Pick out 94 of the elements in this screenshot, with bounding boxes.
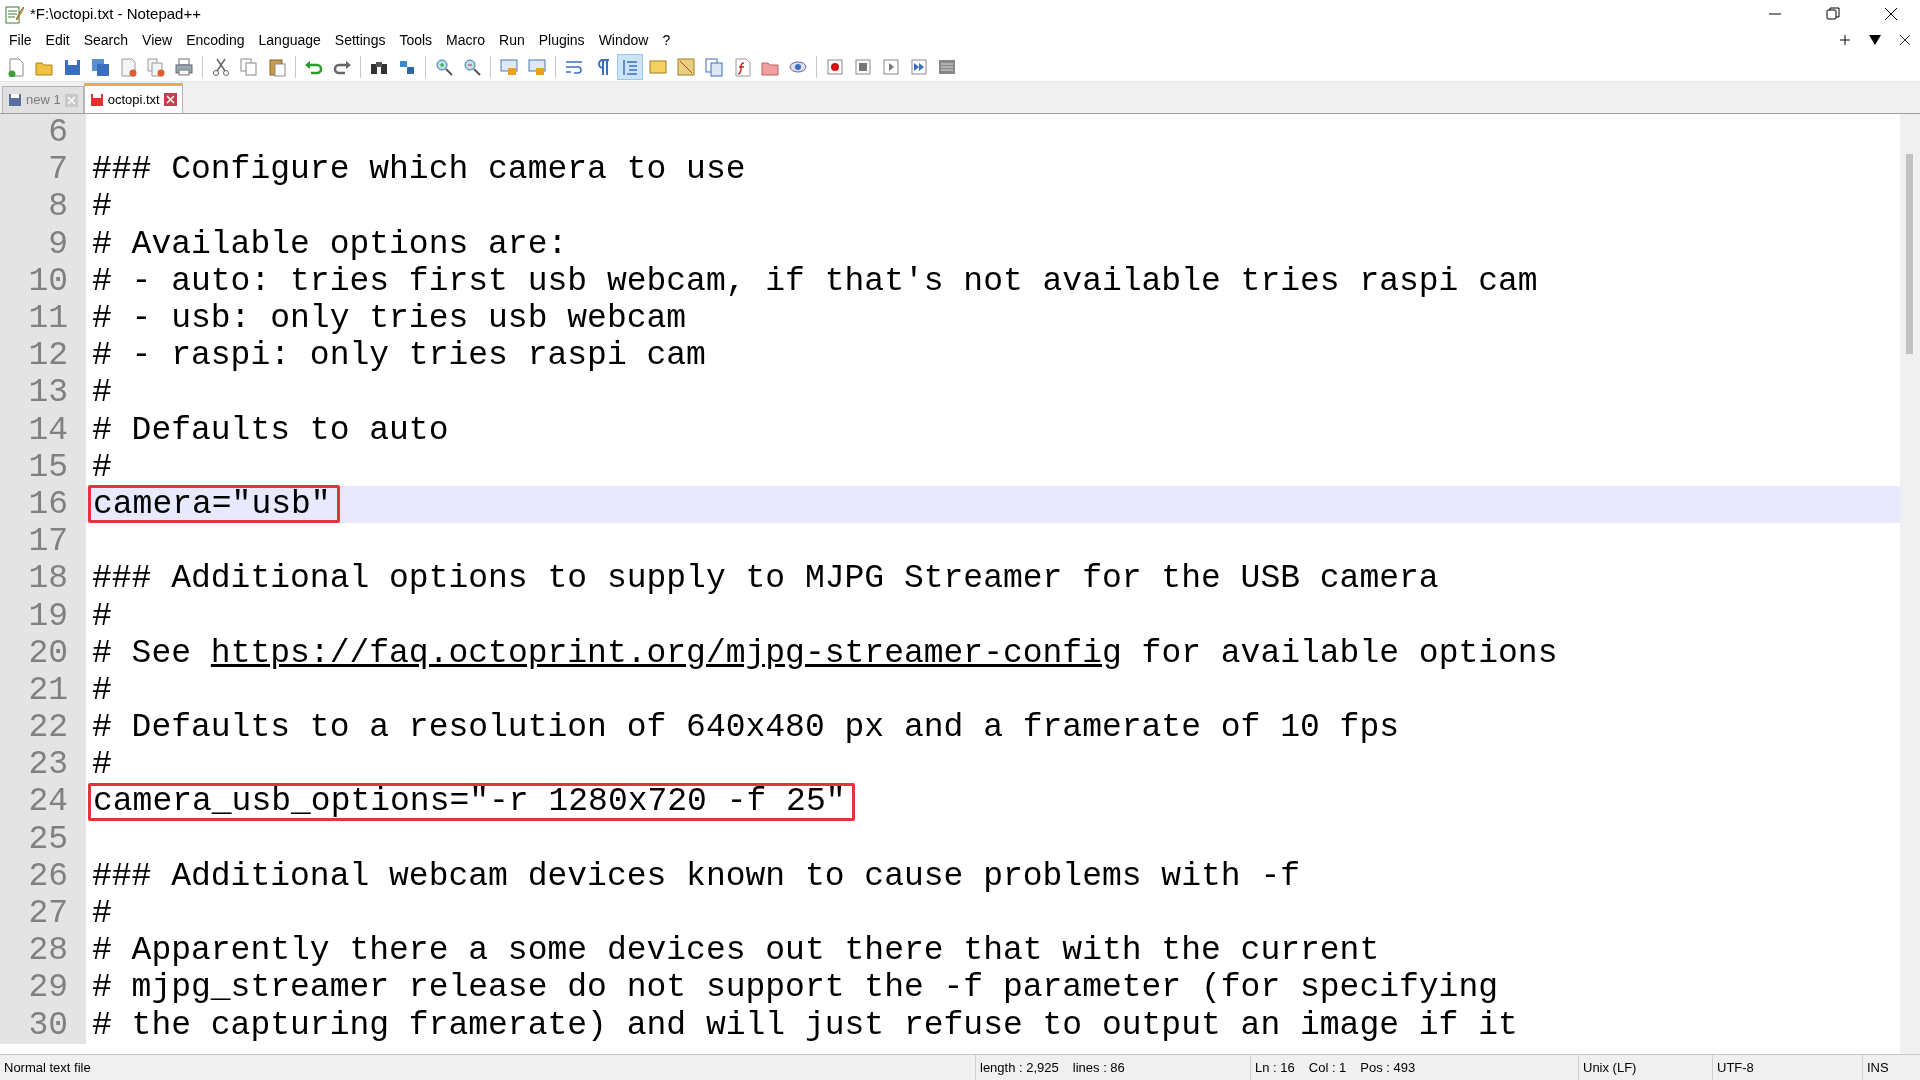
copy-icon[interactable] [239,56,259,77]
status-text: Unix (LF) [1583,1058,1637,1077]
close-icon[interactable] [1897,32,1913,48]
code-text: # See [92,634,193,672]
new-page-icon[interactable] [6,56,26,77]
status-text: Ln : 16 [1255,1058,1295,1077]
line-number: 29 [0,969,86,1007]
line-number: 12 [0,337,86,375]
notepad-icon [4,4,24,24]
floppy-disks-icon[interactable] [90,56,110,77]
plus-icon[interactable] [1837,32,1853,48]
scissors-icon[interactable] [211,56,231,77]
menu-item[interactable]: Tools [392,29,440,51]
menu-item[interactable]: View [135,29,180,51]
code-line: # - raspi: only tries raspi cam [92,337,706,375]
close-page-icon[interactable] [118,56,138,77]
code-line: # Defaults to auto [92,411,449,449]
line-number: 23 [0,746,86,784]
scrollbar[interactable] [1900,114,1920,1054]
line-number: 7 [0,151,86,189]
close-pages-icon[interactable] [146,56,166,77]
status-text: Normal text file [4,1058,91,1077]
menu-item[interactable]: Plugins [531,29,592,51]
line-number: 13 [0,374,86,412]
status-text: UTF-8 [1717,1058,1754,1077]
line-number: 15 [0,448,86,486]
line-number: 28 [0,932,86,970]
line-number: 10 [0,262,86,300]
code-line: # [92,374,112,412]
code-line: # [92,448,112,486]
code-line: # [92,671,112,709]
code-line: # [92,746,112,784]
menu-item[interactable]: Search [76,29,136,51]
code-line: # Available options are: [92,225,568,263]
scrollbar-thumb[interactable] [1906,154,1913,354]
line-number: 27 [0,894,86,933]
code-line: # the capturing framerate) and will just refuse to output an image if it [92,1006,1518,1044]
menu-item[interactable]: ? [655,29,678,51]
line-number: 21 [0,671,86,709]
menu-item[interactable]: Run [492,29,532,51]
record-icon[interactable] [825,56,845,77]
line-number: 18 [0,560,86,598]
code-line: # - usb: only tries usb webcam [92,300,687,338]
line-number: 14 [0,411,86,449]
line-number: 24 [0,783,86,821]
clipboard-icon[interactable] [267,56,287,77]
line-number: 22 [0,709,86,747]
code-line: ### Additional options to supply to MJPG Streamer for the USB camera [92,560,1439,598]
line-number: 17 [0,523,86,561]
function-icon[interactable] [732,56,752,77]
line-number: 9 [0,225,86,263]
code-line: # Defaults to a resolution of 640x480 px and a framerate of 10 fps [92,709,1399,747]
code-line: camera_usb_options="-r 1280x720 -f 25" [93,783,846,821]
code-line: camera="usb" [93,485,331,523]
line-number: 6 [0,114,86,152]
link[interactable]: https://faq.octoprint.org/mjpg-streamer-config [210,634,1122,672]
line-number: 11 [0,299,86,338]
line-number: 25 [0,820,86,858]
menu-item[interactable]: Window [591,29,656,51]
code-line: # Apparently there a some devices out there that with the current [92,932,1380,970]
code-text: for available options [1140,634,1558,672]
code-line: # [92,188,112,226]
pages-icon[interactable] [704,56,724,77]
line-number: 30 [0,1006,86,1044]
stop-icon[interactable] [853,56,873,77]
menu-item[interactable]: Language [251,29,328,51]
line-number: 16 [0,485,86,524]
printer-icon[interactable] [174,56,194,77]
menu-item[interactable]: File [2,29,39,51]
status-text: lines : 86 [1072,1058,1125,1077]
window-title: *F:\octopi.txt - Notepad++ [30,3,201,24]
line-number: 20 [0,634,86,672]
line-number: 8 [0,188,86,226]
fast-forward-icon[interactable] [909,56,929,77]
code-line: # mjpg_streamer release do not support the -f parameter (for specifying [92,969,1499,1007]
menu-item[interactable]: Macro [439,29,492,51]
status-text: Pos : 493 [1360,1058,1416,1077]
code-line: # [92,597,112,635]
line-number: 26 [0,857,86,895]
code-line: ### Additional webcam devices known to cause problems with -f [92,857,1300,895]
menu-item[interactable]: Settings [327,29,393,51]
status-text: length : 2,925 [980,1058,1059,1077]
code-line: # - auto: tries first usb webcam, if that's not available tries raspi cam [92,262,1538,300]
menu-item[interactable]: Edit [38,29,77,51]
status-text: Col : 1 [1308,1058,1347,1077]
file-tab[interactable]: octopi.txt [83,83,183,113]
status-text: INS [1867,1058,1889,1077]
zoom-in-icon[interactable] [434,56,454,77]
play-icon[interactable] [881,56,901,77]
code-line: # [92,895,112,933]
menu-item[interactable]: Encoding [179,29,252,51]
zoom-out-icon[interactable] [462,56,482,77]
line-number: 19 [0,597,86,635]
code-line: ### Configure which camera to use [92,151,746,189]
